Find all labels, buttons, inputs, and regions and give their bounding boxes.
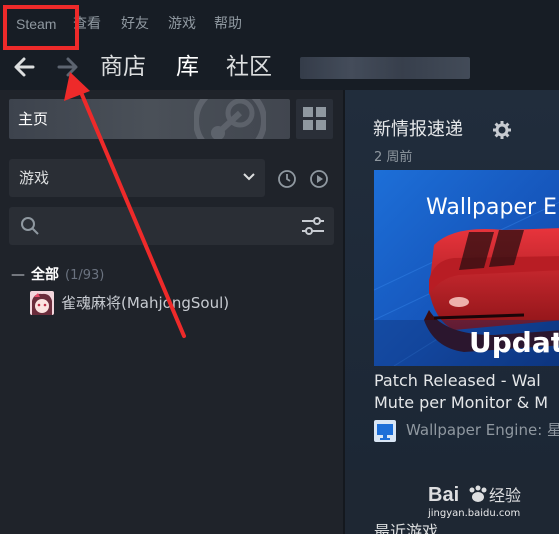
news-image-subtitle: Updat (469, 326, 559, 359)
game-filter-select[interactable]: 游戏 (9, 159, 265, 197)
baidu-logo-icon: Bai 经验 (428, 484, 521, 506)
menu-item-friends[interactable]: 好友 (121, 16, 149, 32)
chevron-down-icon (243, 173, 255, 181)
username-blurred[interactable]: blurred-username (300, 57, 470, 79)
svg-text:经验: 经验 (489, 486, 521, 505)
category-count: (1/93) (65, 268, 105, 283)
filter-selected-value: 游戏 (19, 169, 50, 187)
game-name: 雀魂麻将(MahjongSoul) (61, 294, 230, 312)
wallpaper-engine-icon (374, 420, 396, 442)
home-button[interactable]: 主页 (9, 99, 290, 139)
news-headline[interactable]: Patch Released - Wal (374, 371, 541, 391)
home-label: 主页 (18, 110, 49, 128)
news-timestamp: 2 周前 (374, 150, 413, 165)
nav-bar: 商店 库 社区 blurred-username (0, 44, 559, 90)
steam-logo-icon (194, 99, 266, 139)
menu-bar: Steam 查看 好友 游戏 帮助 (0, 0, 559, 44)
game-list-item[interactable]: 雀魂麻将(MahjongSoul) (30, 290, 330, 316)
news-headline-line-2[interactable]: Mute per Monitor & M (374, 393, 548, 413)
news-section-title: 新情报速递 (373, 119, 463, 140)
news-image-title: Wallpaper E (426, 195, 557, 220)
news-thumbnail[interactable]: Wallpaper E Updat (374, 170, 559, 366)
menu-item-help[interactable]: 帮助 (214, 16, 242, 32)
play-circle-icon[interactable] (309, 169, 329, 189)
search-icon (21, 217, 39, 235)
library-home-panel: 新情报速递 2 周前 Wallpaper E Updat Patch Relea… (345, 90, 559, 534)
nav-community[interactable]: 社区 (226, 53, 272, 81)
sliders-icon[interactable] (300, 215, 326, 237)
library-search-input[interactable] (9, 207, 334, 245)
grid-icon (303, 107, 326, 130)
svg-text:Bai: Bai (428, 484, 459, 506)
menu-item-games[interactable]: 游戏 (168, 16, 196, 32)
collapse-icon: — (11, 267, 25, 283)
clock-icon[interactable] (277, 169, 297, 189)
news-source-name: Wallpaper Engine: 星 (406, 421, 559, 439)
library-sidebar: 主页 游戏 — 全部 (1/93) 雀魂麻将(MahjongSoul) (0, 90, 343, 534)
watermark-url: jingyan.baidu.com (428, 508, 521, 519)
category-name: 全部 (31, 267, 59, 283)
game-icon (30, 291, 54, 315)
category-header-all[interactable]: — 全部 (1/93) (11, 266, 104, 284)
nav-store[interactable]: 商店 (100, 53, 146, 81)
annotation-highlight-box (3, 5, 79, 50)
nav-library[interactable]: 库 (176, 53, 199, 81)
arrow-left-icon[interactable] (11, 54, 37, 80)
gear-icon[interactable] (493, 121, 511, 139)
arrow-right-icon[interactable] (55, 54, 81, 80)
baidu-jingyan-watermark: Bai 经验 jingyan.baidu.com (428, 480, 538, 524)
grid-view-button[interactable] (296, 99, 333, 139)
